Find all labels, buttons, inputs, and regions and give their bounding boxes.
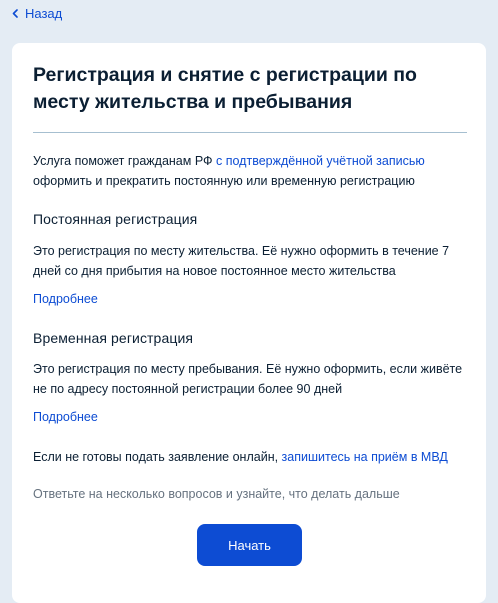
chevron-left-icon — [12, 9, 25, 18]
temporary-heading: Временная регистрация — [33, 330, 194, 346]
intro-text: Услуга поможет гражданам РФ с подтверждё… — [33, 151, 473, 191]
offline-text: Если не готовы подать заявление онлайн, … — [33, 447, 473, 467]
temporary-more-link[interactable]: Подробнее — [33, 407, 98, 427]
permanent-text: Это регистрация по месту жительства. Её … — [33, 244, 450, 278]
offline-text-start: Если не готовы подать заявление онлайн, — [33, 450, 282, 464]
hint-text: Ответьте на несколько вопросов и узнайте… — [33, 487, 400, 501]
back-link[interactable]: Назад — [12, 6, 62, 21]
start-button[interactable]: Начать — [197, 524, 302, 566]
intro-text-start: Услуга поможет гражданам РФ — [33, 154, 216, 168]
temporary-text: Это регистрация по месту пребывания. Её … — [33, 362, 463, 396]
service-card: Регистрация и снятие с регистрации по ме… — [12, 43, 486, 603]
page-title: Регистрация и снятие с регистрации по ме… — [33, 64, 417, 113]
permanent-more-link[interactable]: Подробнее — [33, 289, 98, 309]
confirmed-account-link[interactable]: с подтверждённой учётной записью — [216, 154, 425, 168]
back-label: Назад — [25, 6, 63, 21]
divider — [33, 132, 467, 133]
permanent-heading: Постоянная регистрация — [33, 211, 198, 227]
mvd-appointment-link[interactable]: запишитесь на приём в МВД — [282, 450, 448, 464]
intro-text-end: оформить и прекратить постоянную или вре… — [33, 174, 415, 188]
